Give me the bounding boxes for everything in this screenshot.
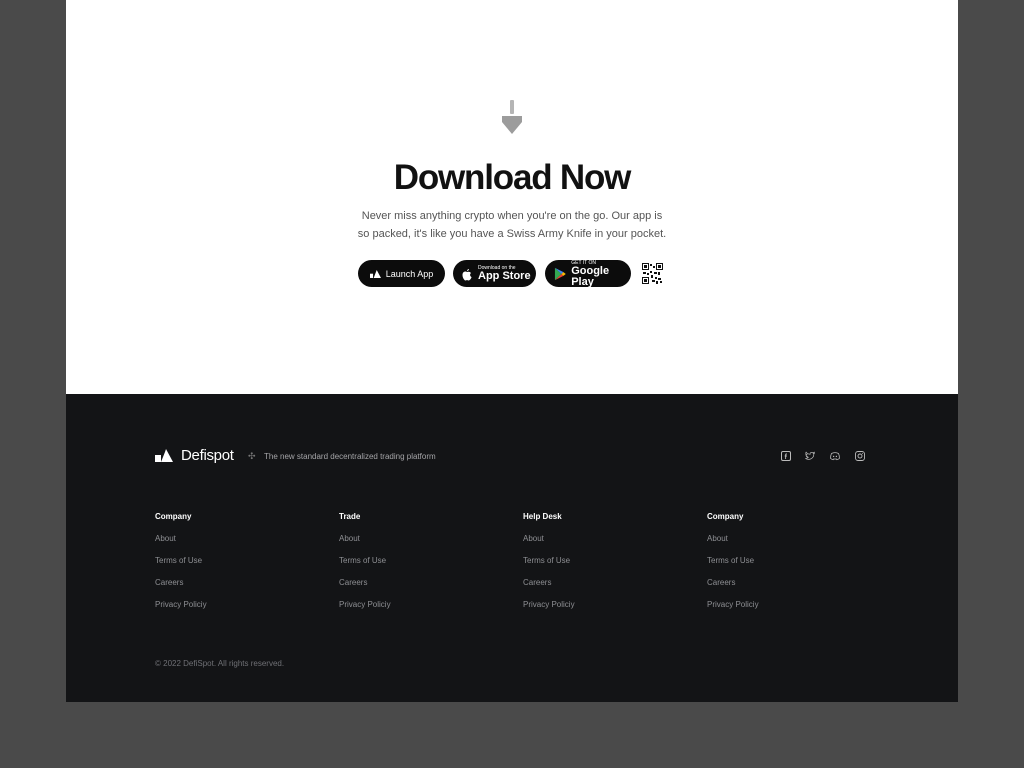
footer-column-title: Company bbox=[707, 512, 744, 521]
instagram-icon[interactable] bbox=[855, 451, 865, 461]
hero-description: Never miss anything crypto when you're o… bbox=[312, 207, 712, 243]
footer-column: Trade About Terms of Use Careers Privacy… bbox=[339, 512, 391, 622]
footer-link-privacy[interactable]: Privacy Policiy bbox=[155, 600, 207, 622]
launch-app-label: Launch App bbox=[385, 268, 434, 279]
footer-link-terms[interactable]: Terms of Use bbox=[523, 556, 575, 578]
footer-link-about[interactable]: About bbox=[155, 534, 207, 556]
footer-column: Company About Terms of Use Careers Priva… bbox=[155, 512, 207, 622]
app-store-button[interactable]: Download on the App Store bbox=[453, 260, 536, 287]
footer-link-terms[interactable]: Terms of Use bbox=[339, 556, 391, 578]
footer-link-careers[interactable]: Careers bbox=[707, 578, 759, 600]
footer-column-title: Trade bbox=[339, 512, 361, 521]
footer-column: Company About Terms of Use Careers Priva… bbox=[707, 512, 759, 622]
copyright: © 2022 DefiSpot. All rights reserved. bbox=[155, 659, 285, 668]
footer-column-title: Company bbox=[155, 512, 192, 521]
google-play-big-label: Google Play bbox=[571, 264, 610, 288]
google-play-icon bbox=[554, 267, 566, 280]
apple-icon bbox=[462, 268, 472, 280]
qr-code-icon[interactable] bbox=[642, 263, 663, 284]
shovel-icon bbox=[502, 100, 522, 134]
footer-link-careers[interactable]: Careers bbox=[339, 578, 391, 600]
google-play-button[interactable]: GET IT ON Google Play bbox=[545, 260, 631, 287]
footer-link-about[interactable]: About bbox=[523, 534, 575, 556]
footer-link-privacy[interactable]: Privacy Policiy bbox=[339, 600, 391, 622]
footer-column: Help Desk About Terms of Use Careers Pri… bbox=[523, 512, 575, 622]
footer-link-terms[interactable]: Terms of Use bbox=[155, 556, 207, 578]
footer-link-privacy[interactable]: Privacy Policiy bbox=[707, 600, 759, 622]
tagline: The new standard decentralized trading p… bbox=[264, 452, 436, 461]
hero-description-line: so packed, it's like you have a Swiss Ar… bbox=[357, 228, 667, 240]
footer-link-terms[interactable]: Terms of Use bbox=[707, 556, 759, 578]
footer-link-careers[interactable]: Careers bbox=[155, 578, 207, 600]
footer-column-title: Help Desk bbox=[523, 512, 562, 521]
brand-separator: ✣ bbox=[248, 451, 256, 461]
app-store-big-label: App Store bbox=[478, 270, 531, 282]
brand-name[interactable]: Defispot bbox=[181, 447, 234, 464]
page-title: Download Now bbox=[393, 158, 632, 197]
footer-link-privacy[interactable]: Privacy Policiy bbox=[523, 600, 575, 622]
footer-link-careers[interactable]: Careers bbox=[523, 578, 575, 600]
twitter-icon[interactable] bbox=[805, 451, 815, 461]
defispot-logo-icon bbox=[369, 269, 381, 278]
discord-icon[interactable] bbox=[830, 451, 840, 461]
footer-link-about[interactable]: About bbox=[707, 534, 759, 556]
footer-link-about[interactable]: About bbox=[339, 534, 391, 556]
facebook-icon[interactable] bbox=[781, 451, 791, 461]
launch-app-button[interactable]: Launch App bbox=[358, 260, 445, 287]
defispot-logo[interactable] bbox=[155, 449, 173, 462]
hero-description-line: Never miss anything crypto when you're o… bbox=[361, 210, 663, 222]
